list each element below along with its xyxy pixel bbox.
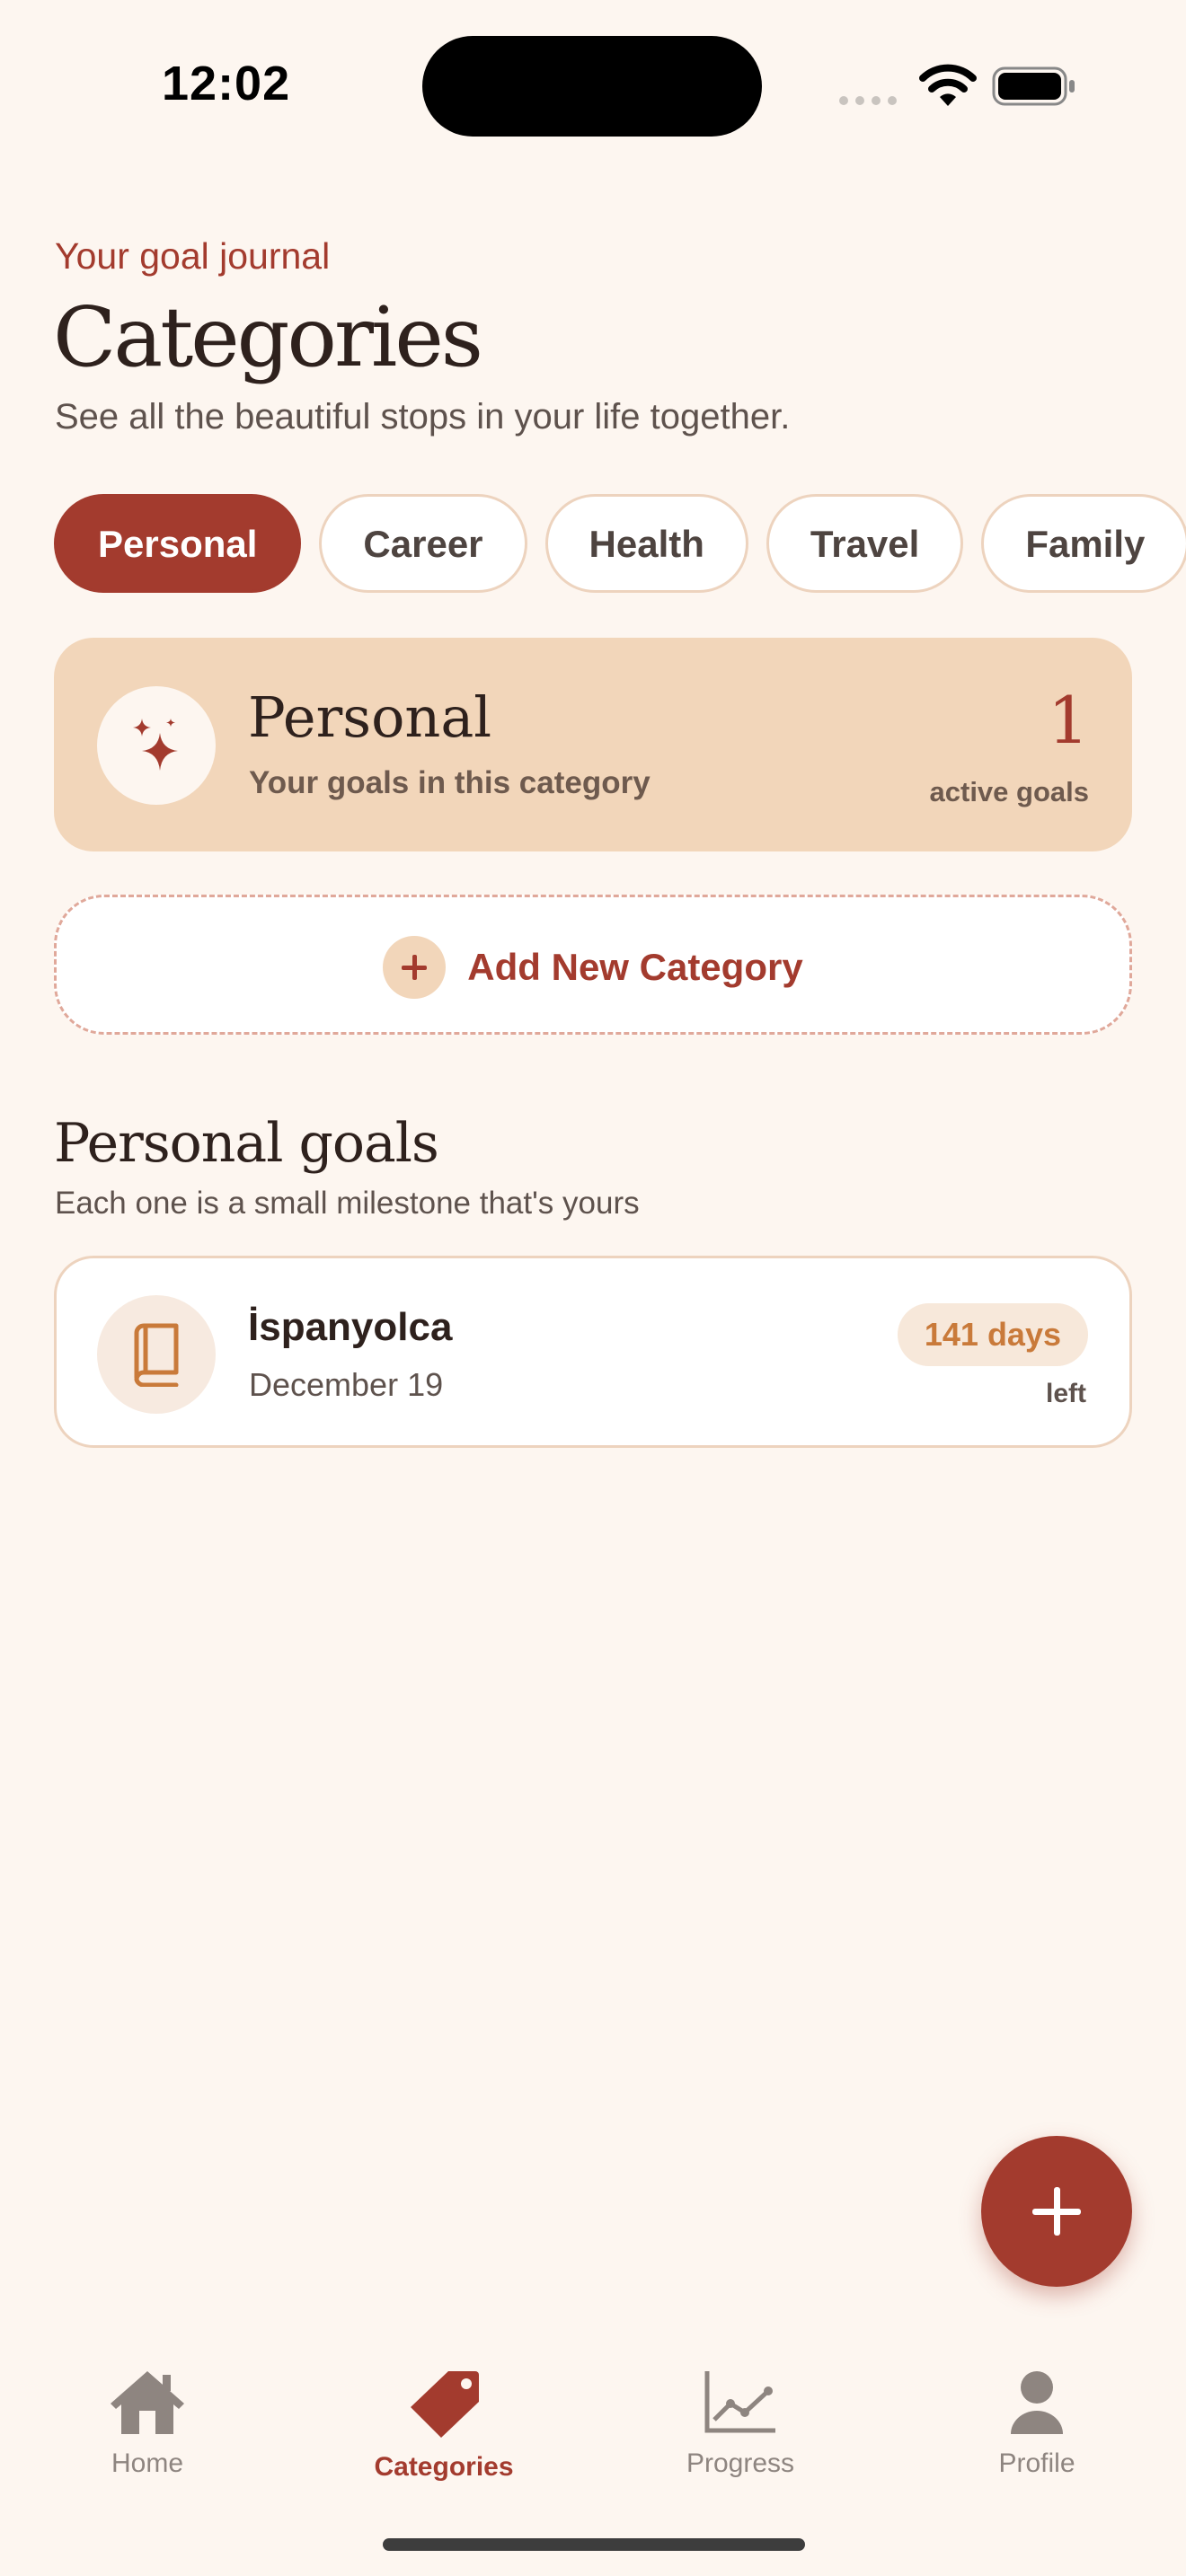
tab-progress[interactable]: Progress (642, 2368, 839, 2479)
tab-categories-label: Categories (374, 2452, 514, 2482)
chip-career[interactable]: Career (319, 494, 527, 593)
page-subtitle: See all the beautiful stops in your life… (55, 397, 791, 437)
home-indicator (383, 2538, 805, 2551)
category-description: Your goals in this category (249, 765, 651, 800)
chart-icon (704, 2371, 775, 2433)
tab-profile[interactable]: Profile (938, 2368, 1136, 2479)
active-goals-label: active goals (929, 776, 1089, 807)
person-icon (1011, 2371, 1063, 2434)
goal-date: December 19 (249, 1366, 444, 1403)
add-goal-fab[interactable] (981, 2136, 1132, 2287)
battery-icon (992, 66, 1075, 106)
page-title: Categories (53, 289, 483, 385)
cellular-signal-icon (839, 93, 904, 110)
tab-progress-label: Progress (686, 2448, 795, 2478)
active-goals-count: 1 (1048, 683, 1089, 758)
chip-family[interactable]: Family (981, 494, 1186, 593)
category-chip-row: Personal Career Health Travel Family (54, 494, 1186, 595)
chip-travel[interactable]: Travel (766, 494, 964, 593)
section-subtitle: Each one is a small milestone that's you… (55, 1186, 640, 1221)
wifi-icon (919, 64, 977, 106)
tab-profile-label: Profile (998, 2448, 1075, 2478)
dynamic-island (422, 36, 762, 137)
sparkle-icon (133, 719, 178, 771)
days-remaining-badge: 141 days (897, 1303, 1088, 1366)
tab-home-label: Home (111, 2448, 184, 2478)
book-icon (134, 1323, 179, 1387)
house-icon (111, 2371, 184, 2434)
chip-personal[interactable]: Personal (54, 494, 302, 593)
tag-icon (411, 2371, 479, 2438)
add-category-label: Add New Category (467, 946, 803, 988)
tab-categories[interactable]: Categories (345, 2368, 543, 2483)
category-icon-circle (97, 686, 216, 805)
chip-health[interactable]: Health (544, 494, 748, 593)
days-remaining-suffix: left (1046, 1379, 1086, 1408)
page-eyebrow: Your goal journal (55, 235, 331, 277)
category-name: Personal (248, 684, 492, 750)
goal-name: İspanyolca (248, 1305, 453, 1349)
add-category-button[interactable]: Add New Category (54, 895, 1132, 1035)
tab-home[interactable]: Home (49, 2368, 246, 2479)
status-time: 12:02 (162, 57, 291, 110)
plus-icon (383, 936, 447, 999)
category-summary-card[interactable]: Personal Your goals in this category 1 a… (54, 638, 1132, 851)
goal-icon-circle (97, 1295, 216, 1414)
section-title: Personal goals (54, 1112, 439, 1175)
goal-card[interactable]: İspanyolca December 19 141 days left (54, 1256, 1132, 1448)
